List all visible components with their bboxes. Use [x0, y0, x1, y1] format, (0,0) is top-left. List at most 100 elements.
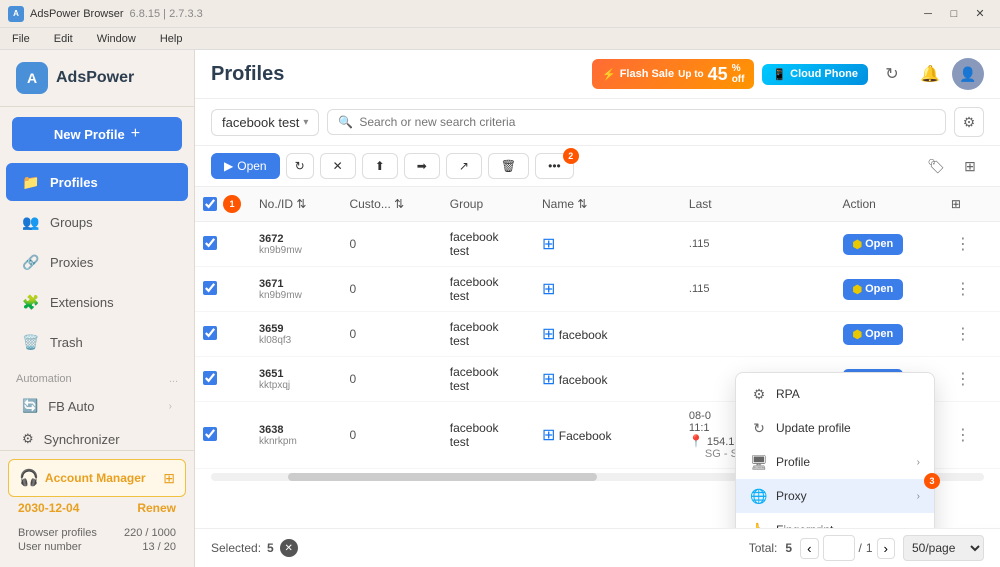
context-profile-label: Profile: [776, 455, 810, 469]
cloud-phone-button[interactable]: 📱 Cloud Phone: [762, 64, 868, 85]
chevron-down-icon: ▾: [303, 117, 308, 128]
menu-help[interactable]: Help: [156, 31, 187, 47]
filter-button[interactable]: ⚙: [954, 107, 984, 137]
group-selector[interactable]: facebook test ▾: [211, 109, 319, 136]
account-manager[interactable]: 🎧 Account Manager ⊞: [8, 459, 186, 497]
flash-sale-banner[interactable]: ⚡ Flash Sale Up to 45 %off: [592, 59, 754, 89]
minimize-button[interactable]: ─: [916, 4, 940, 24]
row-custom-0: 0: [339, 222, 439, 267]
next-page-button[interactable]: ›: [877, 538, 895, 559]
open-profile-0[interactable]: ⬢ Open: [843, 234, 904, 255]
sidebar-item-groups[interactable]: 👥 Groups: [6, 203, 188, 241]
page-input[interactable]: 1: [823, 535, 855, 561]
footer-right: Total: 5 ‹ 1 / 1 › 50/page 100/page: [749, 535, 984, 561]
sidebar-trash-label: Trash: [50, 335, 83, 350]
row-name-3: ⊞ facebook: [532, 357, 652, 402]
proxy-badge: 3: [924, 473, 940, 489]
open-profile-2[interactable]: ⬢ Open: [843, 324, 904, 345]
windows-icon-1: ⊞: [542, 281, 555, 298]
col-name: Name ⇅: [532, 187, 652, 222]
row-menu-3[interactable]: ⋮: [951, 369, 975, 390]
page-separator: /: [859, 541, 862, 555]
rpa-icon: ⚙: [750, 385, 768, 403]
share-button[interactable]: ↗: [446, 153, 482, 179]
browser-profiles-value: 220 / 1000: [124, 527, 176, 539]
selected-count: 5: [267, 541, 274, 555]
delete-button[interactable]: ✕: [320, 153, 356, 179]
fingerprint-chevron-icon: ›: [917, 525, 920, 529]
sidebar-item-trash[interactable]: 🗑️ Trash: [6, 323, 188, 361]
context-menu-rpa[interactable]: ⚙ RPA: [736, 377, 934, 411]
columns-button[interactable]: ⊞: [956, 152, 984, 180]
col-action: Action: [833, 187, 941, 222]
open-brand-icon-2: ⬢: [853, 328, 863, 341]
automation-section: Automation ...: [0, 363, 194, 389]
row-checkbox-3[interactable]: [203, 371, 217, 385]
sidebar-item-extensions[interactable]: 🧩 Extensions: [6, 283, 188, 321]
sidebar-item-fb-auto[interactable]: 🔄 FB Auto ›: [6, 390, 188, 422]
select-all-header[interactable]: 1: [195, 187, 249, 222]
refresh-button[interactable]: ↻: [876, 58, 908, 90]
col-more: ⊞: [941, 187, 1000, 222]
row-checkbox-1[interactable]: [203, 281, 217, 295]
more-button[interactable]: ••• 2: [535, 153, 574, 179]
new-profile-button[interactable]: New Profile +: [12, 117, 182, 151]
footer-left: Selected: 5 ✕: [211, 539, 298, 557]
menubar: File Edit Window Help: [0, 28, 1000, 50]
row-checkbox-4[interactable]: [203, 427, 217, 441]
row-action-0: ⬢ Open: [833, 222, 941, 267]
search-icon: 🔍: [338, 115, 353, 129]
open-profile-1[interactable]: ⬢ Open: [843, 279, 904, 300]
row-checkbox-0[interactable]: [203, 236, 217, 250]
maximize-button[interactable]: □: [942, 4, 966, 24]
renew-button[interactable]: Renew: [137, 501, 176, 515]
move-button[interactable]: ➡: [404, 153, 440, 179]
close-button[interactable]: ✕: [968, 4, 992, 24]
cloud-phone-label: Cloud Phone: [790, 68, 858, 80]
bell-button[interactable]: 🔔: [914, 58, 946, 90]
row-name-2: ⊞ facebook: [532, 312, 652, 357]
row-menu-1[interactable]: ⋮: [951, 279, 975, 300]
select-all-checkbox[interactable]: [203, 197, 217, 211]
sidebar-date-value: 2030-12-04: [18, 501, 79, 515]
row-id-4: 3638 kknrkpm: [249, 402, 339, 469]
fb-auto-label: FB Auto: [48, 399, 94, 414]
menu-edit[interactable]: Edit: [50, 31, 77, 47]
sidebar-item-profiles[interactable]: 📁 Profiles: [6, 163, 188, 201]
refresh-profiles-button[interactable]: ↻: [286, 153, 314, 179]
export-button[interactable]: ⬆: [362, 153, 398, 179]
row-checkbox-2[interactable]: [203, 326, 217, 340]
scrollbar-thumb[interactable]: [288, 473, 597, 481]
tag-button[interactable]: 🏷: [922, 152, 950, 180]
app-version: 6.8.15 | 2.7.3.3: [130, 8, 203, 20]
menu-window[interactable]: Window: [93, 31, 140, 47]
extensions-icon: 🧩: [22, 293, 40, 311]
new-profile-label: New Profile: [54, 127, 125, 142]
row-menu-0[interactable]: ⋮: [951, 234, 975, 255]
cloud-icon: 📱: [772, 68, 786, 81]
sidebar-extensions-label: Extensions: [50, 295, 114, 310]
clear-selection-button[interactable]: ✕: [280, 539, 298, 557]
select-badge: 1: [223, 195, 241, 213]
sidebar-item-synchronizer[interactable]: ⚙ Synchronizer: [6, 423, 188, 450]
windows-icon-0: ⊞: [542, 236, 555, 253]
open-button[interactable]: ▶ Open: [211, 153, 280, 179]
synchronizer-icon: ⚙: [22, 431, 34, 447]
per-page-select[interactable]: 50/page 100/page: [903, 535, 984, 561]
avatar[interactable]: 👤: [952, 58, 984, 90]
row-id-2: 3659 kl08qf3: [249, 312, 339, 357]
context-menu-proxy[interactable]: 🌐 Proxy › 3 Edit proxy Change country/re…: [736, 479, 934, 513]
context-menu-update-profile[interactable]: ↻ Update profile: [736, 411, 934, 445]
prev-page-button[interactable]: ‹: [800, 538, 818, 559]
search-input[interactable]: [359, 115, 935, 129]
export-icon: ⬆: [375, 159, 385, 173]
context-menu-fingerprint[interactable]: 👆 Fingerprint ›: [736, 513, 934, 528]
row-menu-2[interactable]: ⋮: [951, 324, 975, 345]
trash-button[interactable]: 🗑: [488, 153, 529, 179]
context-proxy-label: Proxy: [776, 489, 807, 503]
col-custom: Custo... ⇅: [339, 187, 439, 222]
context-menu-profile[interactable]: 🖥 Profile ›: [736, 445, 934, 479]
menu-file[interactable]: File: [8, 31, 34, 47]
row-menu-4[interactable]: ⋮: [951, 425, 975, 446]
sidebar-item-proxies[interactable]: 🔗 Proxies: [6, 243, 188, 281]
